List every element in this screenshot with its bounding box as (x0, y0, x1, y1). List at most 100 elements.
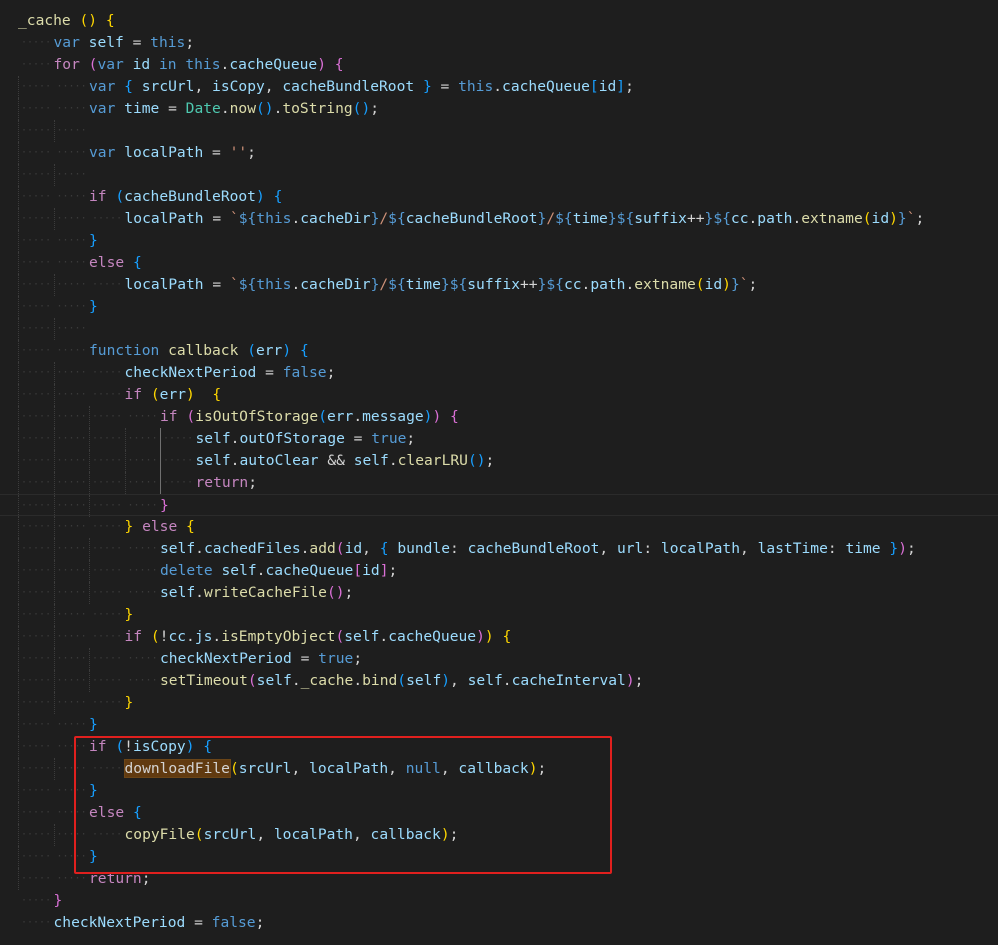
code-text: delete self.cacheQueue[id]; (160, 560, 397, 582)
code-token: checkNextPeriod (124, 364, 257, 381)
code-line[interactable]: ····· ····· else { (0, 802, 998, 824)
code-token: time (845, 540, 881, 557)
code-line[interactable]: ····· ·····} (0, 780, 998, 802)
code-token: cacheBundleRoot (467, 540, 600, 557)
code-line[interactable]: ····· ····· else { (0, 252, 998, 274)
code-text: if (err) { (125, 384, 222, 406)
code-line[interactable]: ····· ····· ····· checkNextPeriod = false; (0, 362, 998, 384)
indent-guide (53, 472, 55, 494)
whitespace-dots: ····· (163, 455, 194, 466)
whitespace-dots: ····· (21, 565, 52, 576)
code-line[interactable]: ····· ····· ····· ····· setTimeout(self._cac… (0, 670, 998, 692)
code-token: _cache (18, 12, 71, 29)
code-token: = (159, 100, 186, 117)
code-token: { (273, 188, 283, 205)
code-line[interactable]: ····· ·····} (0, 296, 998, 318)
code-text: return; (196, 472, 258, 494)
whitespace-dots: ····· (92, 411, 123, 422)
whitespace-dots: ····· (92, 213, 123, 224)
code-line[interactable]: ····· ····· ····· copyFile(srcUrl, localPat… (0, 824, 998, 846)
code-token: ; (449, 826, 459, 843)
indent-guide (53, 604, 55, 626)
code-line[interactable]: ····· ····· var localPath = ''; (0, 142, 998, 164)
code-line[interactable]: ····· ·····} (0, 714, 998, 736)
indent-guide (89, 406, 90, 428)
code-line[interactable]: ·····} (0, 890, 998, 912)
indent-guide (53, 648, 55, 670)
code-line[interactable]: ····· ····· var { srcUrl, isCopy, cacheBun… (0, 76, 998, 98)
code-token: . (581, 276, 591, 293)
indent-guide (53, 538, 55, 560)
code-token: . (220, 100, 230, 117)
code-line[interactable]: ····· ····· (0, 318, 998, 340)
code-line[interactable]: ····· ····· ····· ····· self.cachedFiles.add… (0, 538, 998, 560)
code-line[interactable]: ····· checkNextPeriod = false; (0, 912, 998, 934)
code-line[interactable]: ····· ····· if (!isCopy) { (0, 736, 998, 758)
code-line[interactable]: ····· ····· return; (0, 868, 998, 890)
code-line[interactable]: ····· for (var id in this.cacheQueue) { (0, 54, 998, 76)
code-line[interactable]: ····· ····· ····· localPath = `${this.cache… (0, 274, 998, 296)
code-line[interactable]: ····· ····· var time = Date.now().toString… (0, 98, 998, 120)
code-line[interactable]: ····· ····· (0, 120, 998, 142)
code-line[interactable]: ····· ····· ····· if (!cc.js.isEmptyObject(… (0, 626, 998, 648)
code-text: } (89, 714, 98, 736)
code-token: suffix (634, 210, 687, 227)
code-token: suffix (467, 276, 520, 293)
whitespace-dots: ····· (56, 257, 87, 268)
code-line[interactable]: ····· ····· function callback (err) { (0, 340, 998, 362)
code-text: if (!isCopy) { (89, 736, 212, 758)
code-line[interactable]: ····· ····· ·····} else { (0, 516, 998, 538)
code-token: , (264, 78, 283, 95)
code-line[interactable]: ····· ····· ····· ····· if (isOutOfStorage(e… (0, 406, 998, 428)
code-line[interactable]: ····· ····· ····· ····· ····· self.outOfStora… (0, 428, 998, 450)
code-line[interactable]: ····· ····· ·····} (0, 692, 998, 714)
whitespace-dots: ····· (92, 565, 123, 576)
code-editor[interactable]: _cache () {····· var self = this; ····· for… (0, 0, 998, 945)
code-line[interactable]: ····· ····· ····· ····· delete self.cacheQue… (0, 560, 998, 582)
indent-guide (18, 560, 19, 582)
code-token: cc (168, 628, 187, 645)
whitespace-dots: ····· (56, 191, 87, 202)
code-line[interactable]: ····· ····· ····· ····· ····· self.autoClear … (0, 450, 998, 472)
code-line[interactable]: ····· var self = this; (0, 32, 998, 54)
code-line[interactable]: ····· ····· (0, 164, 998, 186)
code-token: [ (589, 78, 599, 95)
code-line[interactable]: ····· ·····} (0, 846, 998, 868)
code-line[interactable]: ····· ····· ·····} (0, 604, 998, 626)
whitespace-dots: ····· (21, 345, 52, 356)
whitespace-dots: ····· (56, 81, 87, 92)
code-token: ; (344, 584, 354, 601)
code-line[interactable]: ····· ····· ····· ····· self.writeCacheFile(… (0, 582, 998, 604)
code-token: ++ (519, 276, 538, 293)
code-token: self (221, 562, 257, 579)
whitespace-dots: ····· (21, 169, 52, 180)
code-line[interactable]: ····· ····· ····· ····· checkNextPeriod = tr… (0, 648, 998, 670)
whitespace-dots: ····· (163, 433, 194, 444)
code-token: = (256, 364, 283, 381)
whitespace-dots: ····· (56, 763, 87, 774)
code-line[interactable]: ····· ····· ····· ····· ····· return; (0, 472, 998, 494)
code-token: [ (353, 562, 363, 579)
code-line[interactable]: ····· ····· if (cacheBundleRoot) { (0, 186, 998, 208)
code-token: ) (484, 628, 494, 645)
code-token: extname (634, 276, 696, 293)
code-token: ) (625, 672, 635, 689)
whitespace-dots: ····· (56, 851, 87, 862)
code-line[interactable]: ····· ····· ····· downloadFile(srcUrl, loca… (0, 758, 998, 780)
code-token: ] (616, 78, 626, 95)
code-token: else (142, 518, 178, 535)
code-line[interactable]: ····· ····· ····· if (err) { (0, 384, 998, 406)
code-token: . (748, 210, 758, 227)
indent-guide (18, 736, 19, 758)
indent-guide (18, 406, 19, 428)
code-line[interactable]: _cache () { (0, 10, 998, 32)
code-line[interactable]: ····· ·····} (0, 230, 998, 252)
code-token: . (502, 672, 512, 689)
whitespace-dots: ····· (21, 587, 52, 598)
code-token: '' (229, 144, 248, 161)
code-text: copyFile(srcUrl, localPath, callback); (125, 824, 459, 846)
code-line[interactable]: ····· ····· ····· localPath = `${this.cache… (0, 208, 998, 230)
whitespace-dots: ····· (127, 565, 158, 576)
code-line[interactable]: ····· ····· ····· ·····} (0, 494, 998, 517)
